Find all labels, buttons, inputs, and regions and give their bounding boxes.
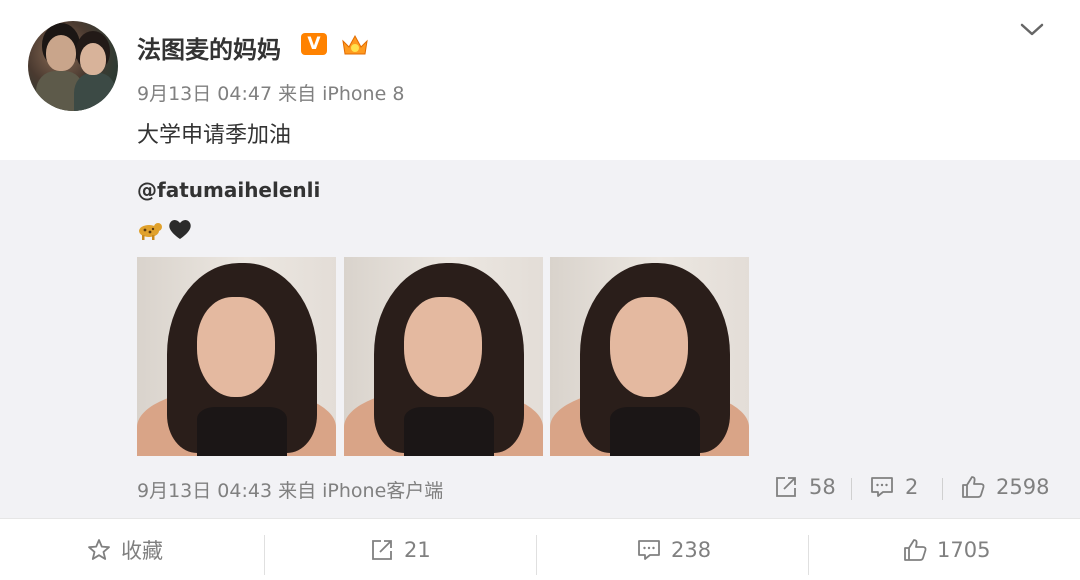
- verified-badge-icon: V: [301, 33, 327, 55]
- thumbs-up-icon: [962, 476, 985, 498]
- repost-comment-count: 2: [905, 475, 919, 499]
- comment-icon: [638, 540, 660, 560]
- favorite-label: 收藏: [121, 539, 163, 563]
- share-icon: [776, 477, 796, 497]
- divider: [851, 478, 852, 500]
- action-bar: 收藏 21 238 1705: [0, 518, 1080, 580]
- like-button[interactable]: 1705: [902, 519, 990, 580]
- divider: [942, 478, 943, 500]
- chevron-down-icon[interactable]: [1018, 18, 1046, 40]
- favorite-button[interactable]: 收藏: [86, 519, 163, 580]
- repost-like-button[interactable]: 2598: [960, 472, 1049, 502]
- divider: [536, 535, 537, 575]
- repost-photo-2[interactable]: [344, 257, 543, 456]
- divider: [264, 535, 265, 575]
- black-heart-icon: [169, 220, 191, 239]
- share-icon: [372, 540, 392, 560]
- comment-count: 238: [671, 538, 712, 562]
- leopard-emoji-icon: [139, 223, 162, 240]
- post-header: 法图麦的妈妈 V 9月13日 04:47 来自 iPhone 8 大学申请季加油: [0, 0, 1080, 160]
- thumbs-up-icon: [904, 539, 927, 561]
- comment-icon: [871, 477, 893, 497]
- post-text: 大学申请季加油: [137, 123, 292, 148]
- forward-count: 21: [404, 538, 431, 562]
- avatar[interactable]: [28, 21, 118, 111]
- repost-share-button[interactable]: 58: [773, 472, 836, 502]
- repost-card[interactable]: @fatumaihelenli 9月13日 04:43 来自 iPhone客户端…: [0, 160, 1080, 518]
- repost-photo-1[interactable]: [137, 257, 336, 456]
- like-count: 1705: [937, 538, 991, 562]
- repost-meta: 9月13日 04:43 来自 iPhone客户端: [137, 480, 444, 502]
- member-crown-icon[interactable]: [340, 33, 370, 57]
- username[interactable]: 法图麦的妈妈: [137, 30, 281, 65]
- repost-comment-button[interactable]: 2: [869, 472, 918, 502]
- repost-photo-3[interactable]: [550, 257, 749, 456]
- repost-share-count: 58: [809, 475, 836, 499]
- repost-mention-link[interactable]: @fatumaihelenli: [137, 178, 320, 202]
- emoji-row: [137, 216, 193, 242]
- forward-button[interactable]: 21: [369, 519, 431, 580]
- comment-button[interactable]: 238: [636, 519, 711, 580]
- divider: [808, 535, 809, 575]
- star-icon: [88, 539, 110, 560]
- post-meta: 9月13日 04:47 来自 iPhone 8: [137, 83, 405, 105]
- repost-like-count: 2598: [996, 475, 1050, 499]
